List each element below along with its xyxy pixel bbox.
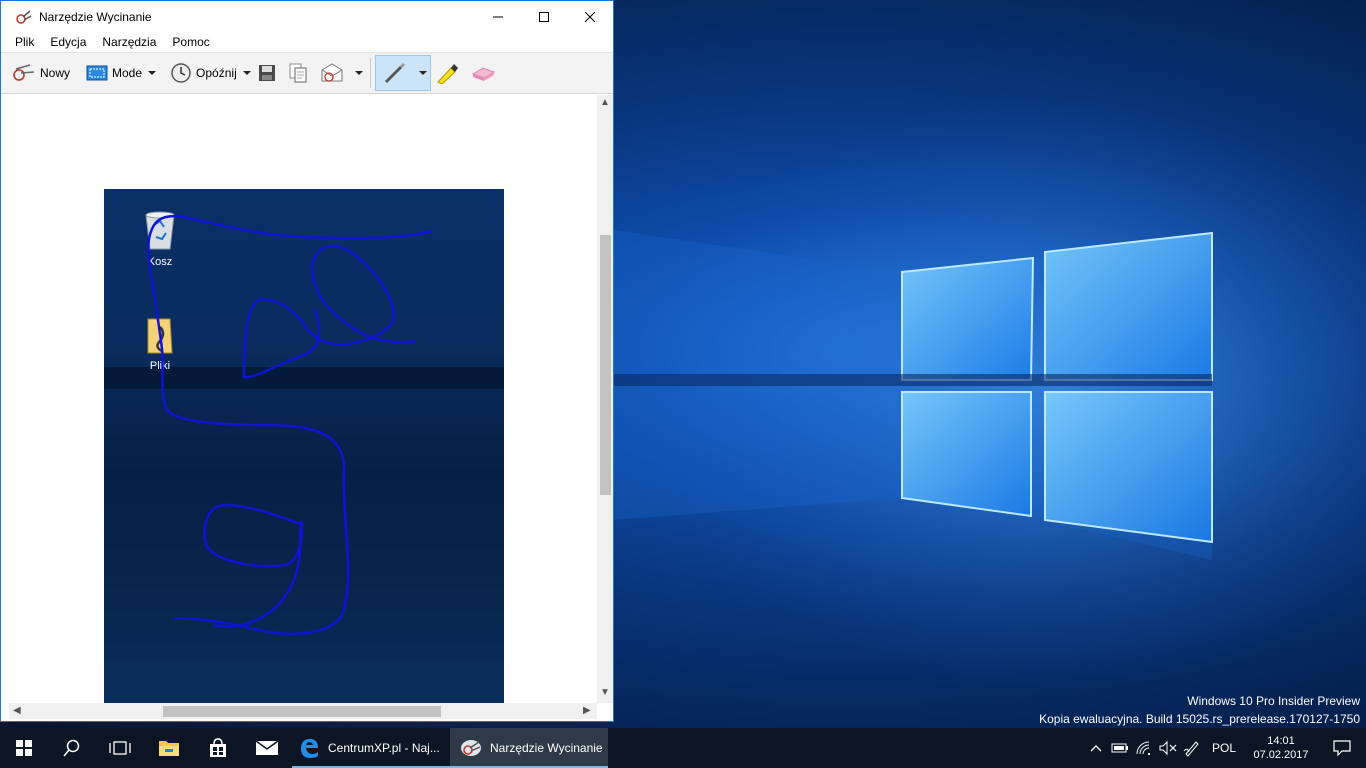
send-snip-button[interactable] bbox=[316, 55, 352, 91]
battery-icon bbox=[1111, 743, 1128, 753]
task-view-icon bbox=[109, 741, 131, 755]
input-language[interactable]: POL bbox=[1204, 741, 1244, 755]
mode-dropdown[interactable] bbox=[145, 55, 159, 91]
menu-narzedzia[interactable]: Narzędzia bbox=[94, 35, 164, 49]
taskbar-app-snipping-tool[interactable]: Narzędzie Wycinanie bbox=[450, 728, 608, 768]
save-icon bbox=[258, 65, 275, 81]
mode-button[interactable]: Mode bbox=[83, 55, 145, 91]
copy-icon bbox=[289, 63, 307, 83]
network-button[interactable] bbox=[1132, 728, 1156, 768]
scissors-icon bbox=[13, 64, 35, 81]
scroll-up-icon[interactable]: ▲ bbox=[600, 97, 610, 108]
pen-icon bbox=[384, 63, 405, 83]
wifi-icon bbox=[1136, 741, 1150, 755]
search-icon bbox=[63, 739, 80, 757]
taskbar: CentrumXP.pl - Naj... Narzędzie Wycinani… bbox=[0, 728, 1366, 768]
pen-workspace-button[interactable] bbox=[1180, 728, 1204, 768]
new-snip-button[interactable]: Nowy bbox=[9, 55, 73, 91]
system-tray: POL 14:01 07.02.2017 bbox=[1084, 728, 1366, 768]
build-watermark-line1: Windows 10 Pro Insider Preview bbox=[1187, 694, 1360, 708]
task-view-button[interactable] bbox=[96, 728, 144, 768]
rectangle-snip-icon bbox=[86, 65, 108, 81]
volume-button[interactable] bbox=[1156, 728, 1180, 768]
toolbar: Nowy Mode Opóźnij bbox=[1, 52, 613, 94]
snipping-tool-window: Narzędzie Wycinanie Plik Edycja Narzędzi… bbox=[0, 0, 614, 722]
taskbar-app-edge[interactable]: CentrumXP.pl - Naj... bbox=[292, 728, 450, 768]
pen-drawing bbox=[147, 214, 433, 635]
show-hidden-icons-button[interactable] bbox=[1084, 728, 1108, 768]
vertical-scroll-thumb[interactable] bbox=[600, 235, 611, 495]
eraser-button[interactable] bbox=[467, 55, 503, 91]
mail-button[interactable] bbox=[242, 728, 292, 768]
store-icon bbox=[210, 738, 226, 757]
clock-time: 14:01 bbox=[1267, 735, 1295, 747]
delay-dropdown[interactable] bbox=[240, 55, 254, 91]
close-icon bbox=[585, 11, 595, 22]
pen-button[interactable] bbox=[376, 55, 416, 91]
delay-label: Opóźnij bbox=[196, 66, 237, 80]
minimize-button[interactable] bbox=[475, 1, 521, 32]
folder-icon bbox=[159, 741, 179, 756]
toolbar-separator bbox=[369, 58, 371, 88]
notification-icon bbox=[1333, 740, 1351, 756]
title-bar[interactable]: Narzędzie Wycinanie bbox=[1, 1, 613, 32]
start-button[interactable] bbox=[0, 728, 48, 768]
window-title: Narzędzie Wycinanie bbox=[39, 9, 152, 24]
save-button[interactable] bbox=[254, 55, 284, 91]
snip-canvas[interactable]: Kosz Pliki bbox=[9, 95, 597, 703]
captured-snip: Kosz Pliki bbox=[104, 189, 504, 703]
search-button[interactable] bbox=[48, 728, 96, 768]
scroll-right-icon[interactable]: ▶ bbox=[583, 705, 591, 716]
clock-icon bbox=[171, 63, 191, 83]
clock-date: 07.02.2017 bbox=[1253, 749, 1309, 761]
copy-button[interactable] bbox=[284, 55, 316, 91]
scroll-down-icon[interactable]: ▼ bbox=[600, 687, 610, 698]
horizontal-scroll-thumb[interactable] bbox=[163, 706, 441, 717]
maximize-button[interactable] bbox=[521, 1, 567, 32]
menu-pomoc[interactable]: Pomoc bbox=[164, 35, 217, 49]
snipping-tool-icon bbox=[461, 740, 481, 756]
maximize-icon bbox=[539, 11, 549, 22]
delay-button[interactable]: Opóźnij bbox=[167, 55, 240, 91]
file-explorer-button[interactable] bbox=[144, 728, 194, 768]
scroll-left-icon[interactable]: ◀ bbox=[13, 705, 21, 716]
edge-icon bbox=[301, 739, 318, 758]
clock[interactable]: 14:01 07.02.2017 bbox=[1244, 734, 1318, 762]
mode-label: Mode bbox=[112, 66, 143, 80]
snipping-tool-icon bbox=[16, 9, 32, 24]
taskbar-app-snipping-tool-label: Narzędzie Wycinanie bbox=[490, 741, 603, 755]
menu-bar: Plik Edycja Narzędzia Pomoc bbox=[1, 32, 613, 52]
new-snip-label: Nowy bbox=[40, 66, 71, 80]
mail-icon bbox=[255, 740, 279, 755]
vertical-scrollbar[interactable]: ▲ ▼ bbox=[597, 95, 613, 703]
close-button[interactable] bbox=[567, 1, 613, 32]
battery-button[interactable] bbox=[1108, 728, 1132, 768]
windows-start-icon bbox=[16, 740, 32, 756]
build-watermark-line2: Kopia ewaluacyjna. Build 15025.rs_prerel… bbox=[1039, 712, 1360, 726]
chevron-up-icon bbox=[1090, 745, 1102, 752]
pen-dropdown[interactable] bbox=[416, 55, 430, 91]
highlighter-icon bbox=[436, 64, 458, 84]
volume-muted-icon bbox=[1159, 741, 1177, 755]
pen-tool-group bbox=[374, 55, 431, 91]
envelope-icon bbox=[321, 63, 343, 82]
pen-workspace-icon bbox=[1183, 741, 1199, 757]
store-button[interactable] bbox=[194, 728, 242, 768]
horizontal-scrollbar[interactable]: ◀ ▶ bbox=[9, 703, 597, 719]
minimize-icon bbox=[493, 16, 503, 17]
eraser-icon bbox=[471, 67, 495, 81]
action-center-button[interactable] bbox=[1318, 728, 1366, 768]
taskbar-app-edge-label: CentrumXP.pl - Naj... bbox=[328, 741, 440, 755]
highlighter-button[interactable] bbox=[431, 55, 467, 91]
send-dropdown[interactable] bbox=[352, 55, 366, 91]
menu-plik[interactable]: Plik bbox=[7, 35, 42, 49]
menu-edycja[interactable]: Edycja bbox=[42, 35, 94, 49]
